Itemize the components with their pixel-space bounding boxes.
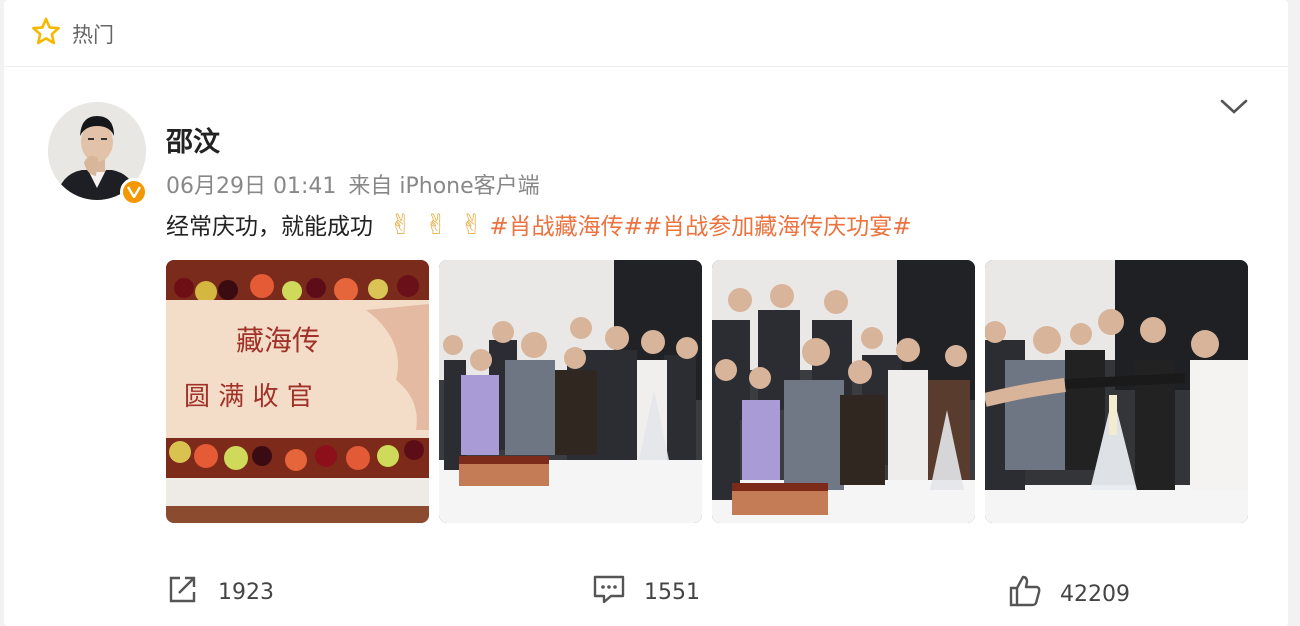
- cake-text-top: 藏海传: [236, 324, 320, 357]
- photo-champagne-tower[interactable]: [985, 260, 1248, 523]
- hashtag-link-2[interactable]: #肖战参加藏海传庆功宴#: [643, 207, 912, 241]
- section-title: 热门: [72, 23, 114, 47]
- photo-group-cake[interactable]: [439, 260, 702, 523]
- photo-cake-closeup[interactable]: 藏海传 圆 满 收 官: [166, 260, 429, 523]
- chevron-down-icon[interactable]: [1218, 96, 1250, 122]
- comment-button[interactable]: 1551: [592, 572, 700, 612]
- like-count: 42209: [1060, 581, 1130, 607]
- like-button[interactable]: 42209: [1008, 574, 1130, 614]
- comment-count: 1551: [644, 579, 700, 605]
- cake-text-bottom: 圆 满 收 官: [184, 382, 313, 412]
- star-outline-icon: [30, 16, 62, 52]
- share-count: 1923: [218, 579, 274, 605]
- hashtag-link-1[interactable]: #肖战藏海传#: [489, 207, 643, 241]
- weibo-card: 热门 邵汶 06月29日 01:41 来自 iPhone客户端 经常庆功，就能成…: [4, 0, 1288, 626]
- header-divider: [4, 66, 1288, 67]
- post-meta: 06月29日 01:41 来自 iPhone客户端: [166, 168, 540, 200]
- photo-group-peace-sign[interactable]: [712, 260, 975, 523]
- comment-icon: [592, 572, 626, 612]
- post-time[interactable]: 06月29日 01:41: [166, 168, 336, 200]
- post-source: 来自 iPhone客户端: [348, 174, 540, 199]
- photo-grid: 藏海传 圆 满 收 官: [166, 260, 1248, 523]
- share-icon: [166, 572, 200, 612]
- victory-hand-emoji-2: ✌: [424, 207, 448, 241]
- hot-section-header: 热门: [30, 14, 114, 54]
- verified-badge-icon: [120, 178, 148, 206]
- action-bar: 1923 1551 42209: [4, 566, 1288, 616]
- author-name[interactable]: 邵汶: [166, 120, 220, 159]
- victory-hand-emoji-3: ✌: [459, 207, 484, 241]
- thumbs-up-icon: [1008, 574, 1042, 614]
- post-text: 经常庆功，就能成功 ✌ ✌ ✌ #肖战藏海传# #肖战参加藏海传庆功宴#: [166, 206, 912, 242]
- post-body-text: 经常庆功，就能成功: [166, 214, 373, 240]
- victory-hand-emoji-1: ✌: [389, 207, 413, 241]
- share-button[interactable]: 1923: [166, 572, 274, 612]
